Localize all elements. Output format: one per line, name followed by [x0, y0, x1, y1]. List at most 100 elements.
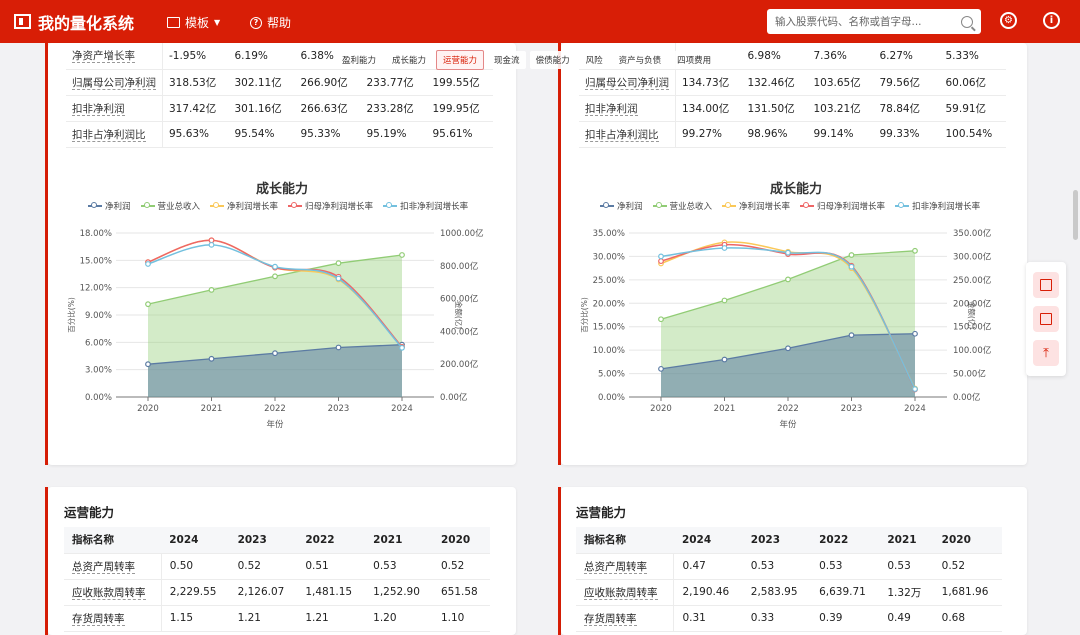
row-label-text[interactable]: 归属母公司净利润 — [585, 76, 669, 90]
legend-item[interactable]: 净利润增长率 — [722, 200, 790, 212]
table-cell: 98.96% — [741, 121, 808, 148]
legend-item[interactable]: 净利润 — [600, 200, 643, 212]
y-right-axis-label: 金额(亿) — [454, 301, 464, 329]
row-label-text[interactable]: 应收账款周转率 — [584, 586, 658, 600]
nav-templates-menu[interactable]: 模板 ▼ — [167, 14, 220, 31]
row-label-text[interactable]: 扣非占净利润比 — [72, 128, 146, 142]
data-point — [208, 241, 215, 248]
legend-item[interactable]: 净利润增长率 — [210, 200, 278, 212]
y-left-tick-label: 6.00% — [85, 338, 112, 348]
data-point — [658, 316, 664, 323]
data-point — [658, 365, 664, 372]
nav-help-link[interactable]: ? 帮助 — [250, 14, 291, 31]
legend-label: 营业总收入 — [669, 202, 713, 212]
data-point — [848, 252, 855, 258]
left-ops-table: 指标名称 2024 2023 2022 2021 2020 总资产周转率 0.50 0.52 0.… — [64, 527, 490, 632]
table-cell: 99.14% — [807, 121, 874, 148]
tab-6[interactable]: 资产与负债 — [612, 51, 668, 69]
tab-0[interactable]: 盈利能力 — [336, 51, 383, 69]
data-point — [145, 261, 151, 267]
tab-3[interactable]: 现金流 — [488, 51, 526, 69]
table-cell: 0.51 — [297, 553, 366, 580]
logo[interactable]: 我的量化系统 — [14, 10, 134, 34]
column-header: 2022 — [811, 527, 880, 554]
column-header: 指标名称 — [64, 527, 162, 554]
legend-marker — [210, 202, 225, 208]
row-label-text[interactable]: 应收账款周转率 — [72, 586, 146, 600]
table-row: 应收账款周转率 2,229.55 2,126.07 1,481.15 1,252.90 6… — [64, 579, 490, 606]
right-ops-table: 指标名称 2024 2023 2022 2021 2020 总资产周转率 0.47 0.53 0.… — [576, 527, 1002, 632]
back-to-top-button[interactable]: ⤒ — [1033, 340, 1059, 366]
row-label-text[interactable]: 存货周转率 — [584, 612, 637, 626]
row-label-text[interactable]: 归属母公司净利润 — [72, 76, 156, 90]
page-scrollbar[interactable] — [1073, 190, 1078, 240]
legend-item[interactable]: 净利润 — [88, 200, 131, 212]
legend-item[interactable]: 营业总收入 — [652, 200, 713, 212]
table-cell: 2,229.55 — [161, 579, 230, 606]
data-point — [785, 249, 791, 256]
row-label-text[interactable]: 扣非占净利润比 — [585, 128, 659, 142]
y-left-axis-label: 百分比(%) — [579, 297, 589, 333]
row-label-text[interactable]: 净资产增长率 — [72, 50, 135, 64]
table-cell: 6.27% — [873, 43, 940, 70]
legend-marker — [288, 202, 303, 208]
y-right-tick-label: 50.00亿 — [953, 369, 986, 380]
row-label-text[interactable]: 扣非净利润 — [72, 102, 125, 116]
info-icon[interactable]: i — [1043, 12, 1060, 29]
tab-4[interactable]: 偿债能力 — [529, 51, 576, 69]
add-to-compare-button[interactable] — [1033, 272, 1059, 298]
legend-item[interactable]: 归母净利润增长率 — [800, 200, 885, 212]
stock-search-input[interactable] — [775, 15, 961, 28]
row-label-text[interactable]: 总资产周转率 — [72, 560, 135, 574]
table-cell: 0.52 — [432, 553, 490, 580]
table-row: 存货周转率 1.15 1.21 1.21 1.20 1.10 — [64, 605, 490, 632]
stock-search-box — [767, 9, 981, 34]
column-header: 2020 — [933, 527, 1002, 554]
table-cell: 6,639.71 — [811, 579, 880, 606]
legend-marker — [88, 202, 102, 208]
table-cell: 1,681.96 — [933, 579, 1002, 606]
table-cell: 79.56亿 — [873, 69, 940, 96]
row-label-text[interactable]: 存货周转率 — [72, 612, 125, 626]
row-label-text[interactable]: 总资产周转率 — [584, 560, 647, 574]
left-tab-strip: 盈利能力 成长能力 运营能力 现金流 偿债能力 风险 资产与负债 四项费用 — [336, 50, 718, 70]
left-chart-title: 成长能力 — [256, 182, 309, 197]
data-point — [721, 297, 728, 304]
legend-item[interactable]: 营业总收入 — [140, 200, 200, 212]
table-cell: 2,583.95 — [742, 579, 812, 606]
settings-search-icon[interactable]: ⚙ — [1000, 12, 1017, 29]
legend-item[interactable]: 扣非净利润增长率 — [383, 200, 468, 212]
tab-7[interactable]: 四项费用 — [671, 51, 718, 69]
table-cell: 233.28亿 — [360, 95, 427, 122]
table-row: 扣非净利润 317.42亿 301.16亿 266.63亿 233.28亿 199.95亿 — [66, 95, 493, 122]
split-view-button[interactable] — [1033, 306, 1059, 332]
nav-help-label: 帮助 — [267, 16, 292, 30]
legend-label: 归母净利润增长率 — [305, 202, 374, 212]
table-cell: 2,190.46 — [673, 579, 743, 606]
y-right-axis-label: 金额(亿) — [967, 301, 977, 329]
search-icon[interactable] — [961, 15, 973, 28]
column-header: 指标名称 — [576, 527, 674, 554]
table-cell: -1.95% — [162, 43, 229, 70]
table-cell: 95.19% — [360, 121, 427, 148]
table-cell: 0.53 — [879, 553, 934, 580]
top-navbar: 我的量化系统 模板 ▼ ? 帮助 ⚙ i — [0, 0, 1080, 43]
data-point — [145, 301, 151, 308]
column-header: 2021 — [879, 527, 934, 554]
table-cell: 131.50亿 — [741, 95, 808, 122]
row-label-text[interactable]: 扣非净利润 — [585, 102, 638, 116]
y-left-tick-label: 35.00% — [593, 229, 625, 239]
legend-marker — [652, 202, 667, 208]
tab-1[interactable]: 成长能力 — [386, 51, 433, 69]
legend-item[interactable]: 归母净利润增长率 — [288, 200, 373, 212]
tab-2[interactable]: 运营能力 — [436, 50, 485, 70]
right-chart-legend: 净利润 营业总收入 净利润增长率 归母净利润增长率 扣非净利润增长率 — [600, 200, 980, 212]
tab-5[interactable]: 风险 — [579, 51, 609, 69]
y-left-tick-label: 10.00% — [593, 346, 625, 356]
data-point — [335, 275, 342, 282]
column-header: 2024 — [161, 527, 230, 554]
data-point — [272, 263, 278, 270]
column-header: 2024 — [673, 527, 743, 554]
legend-item[interactable]: 扣非净利润增长率 — [895, 200, 980, 212]
table-cell: 134.73亿 — [675, 69, 742, 96]
